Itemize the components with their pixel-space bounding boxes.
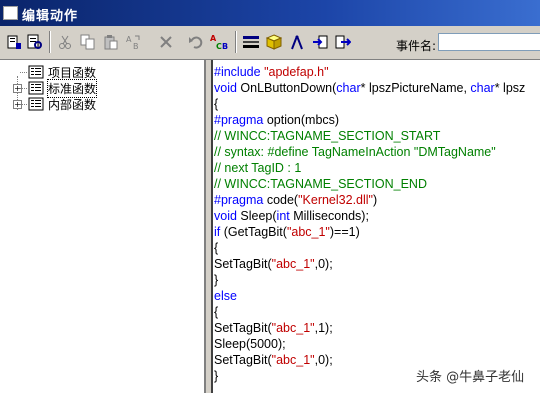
import-icon[interactable] — [310, 32, 330, 52]
code-line: } — [214, 273, 219, 287]
watermark: 头条 @牛鼻子老仙 — [416, 370, 525, 385]
tree-item-label: 内部函数 — [48, 98, 97, 112]
copy-icon[interactable] — [78, 32, 98, 52]
tree-item-standard-functions[interactable]: + 标准函数 — [0, 79, 206, 98]
code-line: #include "apdefap.h" — [214, 65, 329, 79]
function-folder-icon — [28, 96, 44, 112]
code-line: #pragma option(mbcs) — [214, 113, 340, 127]
toolbar: AB ACB 事件名: — [0, 26, 540, 60]
toolbar-separator — [49, 31, 51, 53]
compass-icon[interactable] — [287, 32, 307, 52]
event-name-input[interactable] — [438, 33, 540, 51]
code-line: { — [214, 305, 219, 319]
code-line: if (GetTagBit("abc_1")==1) — [214, 225, 360, 239]
code-line: { — [214, 241, 219, 255]
undo-icon[interactable] — [186, 32, 206, 52]
function-tree: 项目函数 + 标准函数 + 内部函数 — [0, 60, 206, 393]
code-line: Sleep(5000); — [214, 337, 286, 351]
code-line: // WINCC:TAGNAME_SECTION_END — [214, 177, 427, 191]
function-folder-icon — [28, 80, 44, 96]
export-icon[interactable] — [333, 32, 353, 52]
code-line: // syntax: #define TagNameInAction "DMTa… — [214, 145, 496, 159]
window-title: 编辑动作 — [22, 9, 79, 24]
code-line: void OnLButtonDown(char* lpszPictureName… — [214, 81, 526, 95]
compile-icon[interactable] — [4, 32, 24, 52]
code-line: void Sleep(int Milliseconds); — [214, 209, 369, 223]
function-folder-icon — [28, 64, 44, 80]
tree-item-label: 标准函数 — [46, 79, 98, 98]
code-line: #pragma code("Kernel32.dll") — [214, 193, 378, 207]
toolbar-separator — [235, 31, 237, 53]
code-line: else — [214, 289, 237, 303]
app-icon — [3, 6, 18, 20]
code-line: } — [214, 369, 219, 383]
svg-text:B: B — [133, 42, 139, 50]
find-icon[interactable] — [25, 32, 45, 52]
code-line: { — [214, 97, 219, 111]
delete-icon[interactable] — [156, 32, 176, 52]
cut-icon[interactable] — [55, 32, 75, 52]
tree-item-project-functions[interactable]: 项目函数 — [0, 64, 206, 80]
cube-icon[interactable] — [264, 32, 284, 52]
tree-item-internal-functions[interactable]: + 内部函数 — [0, 96, 206, 112]
abc-tag-icon[interactable]: ACB — [209, 32, 229, 52]
code-line: SetTagBit("abc_1",1); — [214, 321, 333, 335]
code-line: // WINCC:TAGNAME_SECTION_START — [214, 129, 441, 143]
tag-selection-icon[interactable] — [241, 32, 261, 52]
event-name-label: 事件名: — [396, 39, 437, 53]
code-line: SetTagBit("abc_1",0); — [214, 257, 333, 271]
replace-icon[interactable]: AB — [124, 32, 144, 52]
code-line: SetTagBit("abc_1",0); — [214, 353, 333, 367]
svg-text:B: B — [222, 42, 228, 51]
svg-text:A: A — [126, 35, 132, 44]
tree-item-label: 项目函数 — [48, 66, 97, 80]
title-bar[interactable]: 编辑动作 — [0, 0, 540, 26]
code-line: // next TagID : 1 — [214, 161, 302, 175]
paste-icon[interactable] — [101, 32, 121, 52]
code-editor[interactable]: #include "apdefap.h" void OnLButtonDown(c… — [211, 60, 540, 393]
